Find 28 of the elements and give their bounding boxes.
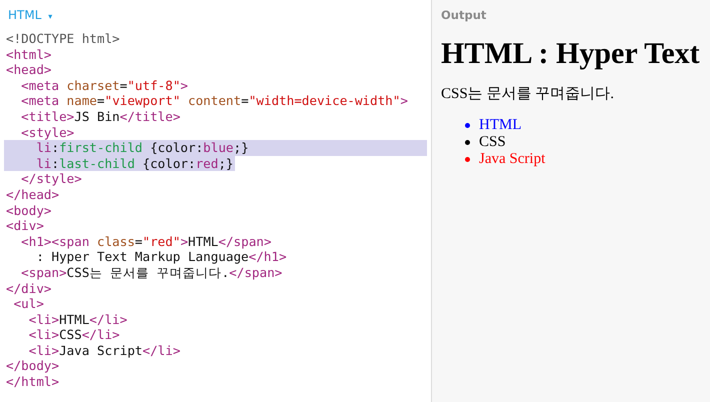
code-line: <!DOCTYPE html> (5, 31, 121, 47)
code-line: <ul> (12, 296, 45, 312)
code-line: <html> (5, 46, 52, 62)
output-paragraph: CSS는 문서를 꾸며줍니다. (441, 85, 615, 103)
list-item: Java Script (479, 151, 546, 168)
output-label: Output (441, 8, 488, 22)
code-line: </html> (5, 374, 60, 390)
code-line: </head> (5, 186, 60, 203)
list-item: CSS (479, 134, 506, 151)
code-line: <meta charset="utf-8"> (20, 78, 190, 94)
code-line: <title>JS Bin</title> (20, 108, 182, 125)
code-line: <h1><span class="red">HTML</span> (20, 234, 272, 250)
code-line: <li>HTML</li> (28, 312, 128, 328)
code-line: <meta name="viewport" content="width=device-width"> (20, 93, 409, 109)
output-heading: HTML : Hyper Text (441, 36, 701, 72)
code-line: </body> (5, 358, 60, 374)
code-line: : Hyper Text Markup Language</h1> (35, 249, 288, 265)
code-line: <body> (5, 202, 52, 218)
code-line: <head> (5, 62, 52, 78)
code-line: <style> (20, 124, 76, 140)
code-line: </div> (5, 280, 52, 296)
language-dropdown[interactable]: HTML ▾ (0, 6, 52, 24)
code-line: </style> (20, 171, 83, 187)
code-line: <li>CSS</li> (28, 327, 121, 343)
code-line: <li>Java Script</li> (28, 342, 182, 358)
code-line: <div> (5, 218, 45, 234)
code-line: <span>CSS는 문서를 꾸며줍니다.</span> (20, 264, 284, 280)
list-item: HTML (479, 117, 522, 134)
